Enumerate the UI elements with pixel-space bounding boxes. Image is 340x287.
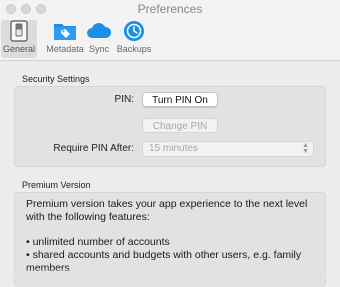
folder-tag-icon (54, 24, 76, 40)
preferences-toolbar: General Metadata Sync Backups (0, 18, 340, 61)
premium-version-title: Premium Version (22, 180, 91, 190)
require-pin-after-value: 15 minutes (149, 143, 198, 154)
window-controls (6, 4, 46, 14)
require-pin-after-select[interactable]: 15 minutes ▲ ▼ (142, 141, 314, 157)
close-window-button[interactable] (6, 4, 16, 14)
tab-metadata-label: Metadata (46, 44, 84, 54)
tab-general-label: General (2, 44, 36, 54)
clock-backup-icon (124, 21, 144, 41)
zoom-window-button[interactable] (36, 4, 46, 14)
window-title: Preferences (137, 2, 203, 16)
pin-label: PIN: (114, 94, 134, 105)
list-item: • unlimited number of accounts (26, 236, 170, 248)
cloud-icon (87, 23, 112, 38)
tab-sync-label: Sync (88, 44, 109, 54)
turn-pin-on-button[interactable]: Turn PIN On (142, 92, 218, 107)
tab-general[interactable]: General (1, 20, 37, 58)
tab-sync[interactable]: Sync (86, 20, 112, 58)
tab-backups-label: Backups (116, 44, 152, 54)
premium-description: Premium version takes your app experienc… (26, 198, 326, 275)
switch-icon (10, 20, 28, 42)
chevron-up-down-icon: ▲ ▼ (302, 142, 309, 155)
premium-intro: Premium version takes your app experienc… (26, 198, 308, 223)
security-settings-title: Security Settings (22, 74, 90, 84)
scroll-fade (14, 268, 326, 280)
title-bar: Preferences (0, 0, 340, 18)
tab-metadata[interactable]: Metadata (45, 20, 85, 58)
change-pin-button[interactable]: Change PIN (142, 118, 218, 133)
minimize-window-button[interactable] (21, 4, 31, 14)
require-pin-after-label: Require PIN After: (53, 143, 134, 154)
tab-backups[interactable]: Backups (115, 20, 153, 58)
